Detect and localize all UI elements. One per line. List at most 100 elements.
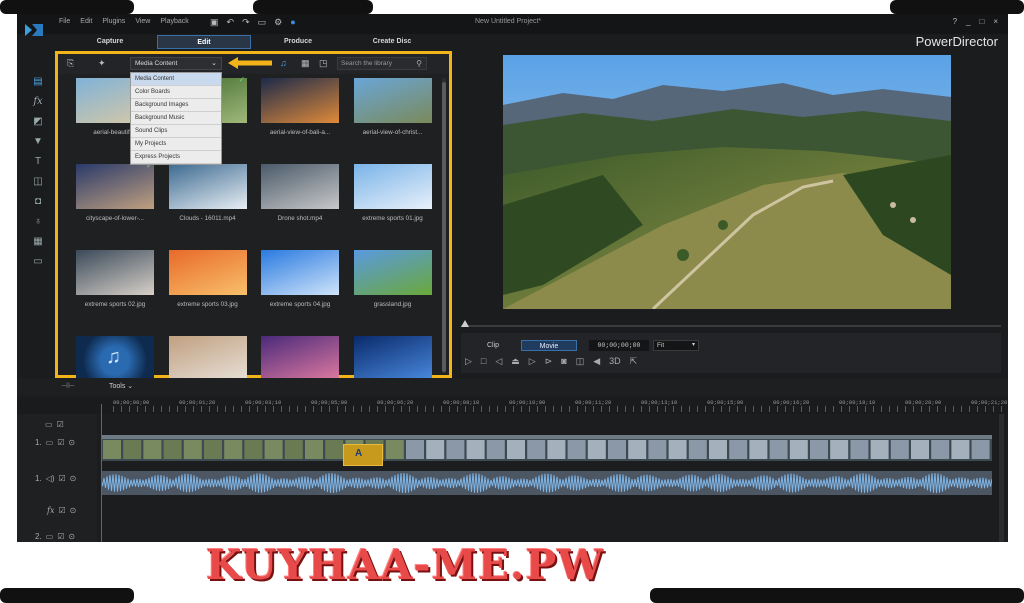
menu-item-background-music[interactable]: Background Music (131, 112, 221, 125)
title-clip[interactable]: A (343, 444, 383, 466)
timeline-view-icon[interactable]: ⊣⊢ (61, 381, 75, 390)
tab-edit[interactable]: Edit (157, 35, 251, 49)
stop-icon[interactable]: □ (481, 356, 486, 367)
zoom-fit-select[interactable]: Fit ▾ (653, 340, 699, 351)
save-icon[interactable]: ▣ (210, 17, 219, 28)
track-enable-icon[interactable]: ☑ (57, 420, 64, 429)
title-room-icon[interactable]: T (32, 154, 45, 168)
lock-icon[interactable]: ⊙ (70, 474, 77, 483)
subtitle-room-icon[interactable]: ▭ (32, 254, 45, 268)
library-filter-dropdown[interactable]: Media Content ⌄ (130, 57, 222, 70)
menu-edit[interactable]: Edit (80, 18, 92, 25)
track-lock-row: ▭ ☑ (45, 420, 64, 429)
speaker-icon[interactable]: ◀ (593, 356, 600, 367)
plugins-icon[interactable]: ✦ (98, 58, 106, 69)
playhead[interactable] (101, 404, 102, 542)
3d-icon[interactable]: 3D (609, 356, 621, 367)
media-thumbnail[interactable] (261, 336, 339, 381)
track-enable-icon[interactable]: ☑ (57, 532, 64, 541)
media-thumbnail[interactable] (168, 336, 247, 381)
preview-slider[interactable] (461, 319, 1001, 329)
media-thumbnail[interactable] (76, 164, 154, 209)
tab-capture[interactable]: Capture (63, 35, 157, 49)
transition-room-icon[interactable]: ◫ (32, 174, 45, 188)
track-enable-icon[interactable]: ☑ (59, 474, 66, 483)
audio-mixing-icon[interactable]: ◘ (32, 194, 45, 208)
timeline-ruler[interactable]: 00;00;00;00 00;00;01;20 00;00;03;10 00;00;0… (17, 398, 1008, 414)
menu-item-background-images[interactable]: Background Images (131, 99, 221, 112)
media-thumbnail[interactable] (261, 164, 339, 209)
undo-icon[interactable]: ↶ (227, 17, 235, 28)
capture-frame-icon[interactable]: ▭ (258, 17, 267, 28)
menu-item-my-projects[interactable]: My Projects (131, 138, 221, 151)
tools-menu[interactable]: Tools ⌄ (109, 382, 133, 390)
music-filter-icon[interactable]: ♫ (280, 58, 287, 68)
lock-icon[interactable]: ⊙ (70, 506, 77, 515)
particle-room-icon[interactable]: ▼ (32, 134, 45, 148)
lock-icon[interactable]: ⊙ (68, 532, 75, 541)
media-caption: Clouds - 16011.mp4 (179, 215, 236, 222)
lock-icon[interactable]: ⊙ (68, 438, 75, 447)
menu-item-sound-clips[interactable]: Sound Clips (131, 125, 221, 138)
redo-icon[interactable]: ↷ (242, 17, 250, 28)
fx-track-icon: fx (47, 506, 55, 515)
media-thumbnail[interactable] (353, 336, 432, 381)
fast-forward-icon[interactable]: ⊳ (545, 356, 553, 367)
menu-item-media-content[interactable]: Media Content (131, 73, 221, 86)
chapter-room-icon[interactable]: ▦ (32, 234, 45, 248)
tab-produce[interactable]: Produce (251, 35, 345, 49)
volume-icon[interactable]: ◫ (576, 356, 585, 367)
media-thumbnail[interactable] (76, 250, 154, 295)
help-button[interactable]: ? (953, 17, 957, 26)
media-thumbnail[interactable] (261, 250, 339, 295)
library-search-input[interactable]: Search the library ⚲ (337, 57, 427, 70)
track-enable-icon[interactable]: ☑ (58, 506, 65, 515)
timeline-scrollbar[interactable] (999, 414, 1004, 542)
fit-value: Fit (657, 342, 665, 349)
track-enable-icon[interactable]: ☑ (57, 438, 64, 447)
menu-plugins[interactable]: Plugins (102, 18, 125, 25)
menu-playback[interactable]: Playback (160, 18, 188, 25)
voice-over-icon[interactable]: ♁ (32, 214, 45, 228)
ruler-label: 00;00;16;20 (773, 399, 810, 406)
fx-room-icon[interactable]: fx (32, 94, 45, 108)
media-thumbnail[interactable] (168, 250, 247, 295)
media-room-icon[interactable]: ▤ (32, 74, 45, 88)
menu-view[interactable]: View (135, 18, 150, 25)
clip-mode-button[interactable]: Clip (465, 340, 521, 351)
media-thumbnail[interactable]: ♫ (76, 336, 154, 381)
library-scrollbar[interactable] (442, 78, 446, 373)
previous-frame-icon[interactable]: ◁ (495, 356, 502, 367)
media-thumbnail[interactable] (353, 250, 432, 295)
snapshot-icon[interactable]: ◙ (561, 356, 566, 367)
movie-mode-button[interactable]: Movie (521, 340, 577, 351)
pip-room-icon[interactable]: ◩ (32, 114, 45, 128)
timecode-display[interactable]: 00;00;00;00 (589, 340, 649, 351)
audio-clip[interactable] (101, 471, 992, 495)
menu-item-express-projects[interactable]: Express Projects (131, 151, 221, 164)
menu-item-color-boards[interactable]: Color Boards (131, 86, 221, 99)
minimize-button[interactable]: _ (966, 17, 970, 26)
tab-create-disc[interactable]: Create Disc (345, 35, 439, 49)
search-icon[interactable]: ⚲ (416, 58, 422, 69)
update-icon[interactable]: ● (290, 17, 295, 28)
video-clip[interactable] (101, 435, 992, 461)
settings-icon[interactable]: ⚙ (274, 17, 282, 28)
media-thumbnail[interactable] (353, 78, 432, 123)
media-thumbnail[interactable] (261, 78, 339, 123)
timeline-toolbar: ⊣⊢ Tools ⌄ (17, 378, 1008, 396)
undock-icon[interactable]: ⇱ (630, 356, 638, 367)
media-thumbnail[interactable] (353, 164, 432, 209)
play-icon[interactable]: ▷ (465, 356, 472, 367)
track-visibility-icon[interactable]: ▭ (45, 420, 53, 429)
step-icon[interactable]: ⏏ (511, 356, 520, 367)
close-button[interactable]: × (993, 17, 998, 26)
grid-view-icon[interactable]: ▦ (301, 58, 310, 69)
import-media-icon[interactable]: ⎘ (67, 58, 74, 69)
menu-file[interactable]: File (59, 18, 70, 25)
media-caption: aerial-view-of-christ... (362, 129, 423, 136)
next-frame-icon[interactable]: ▷ (529, 356, 536, 367)
maximize-button[interactable]: □ (979, 17, 984, 26)
media-thumbnail[interactable] (168, 164, 247, 209)
expand-view-icon[interactable]: ◳ (319, 58, 328, 69)
